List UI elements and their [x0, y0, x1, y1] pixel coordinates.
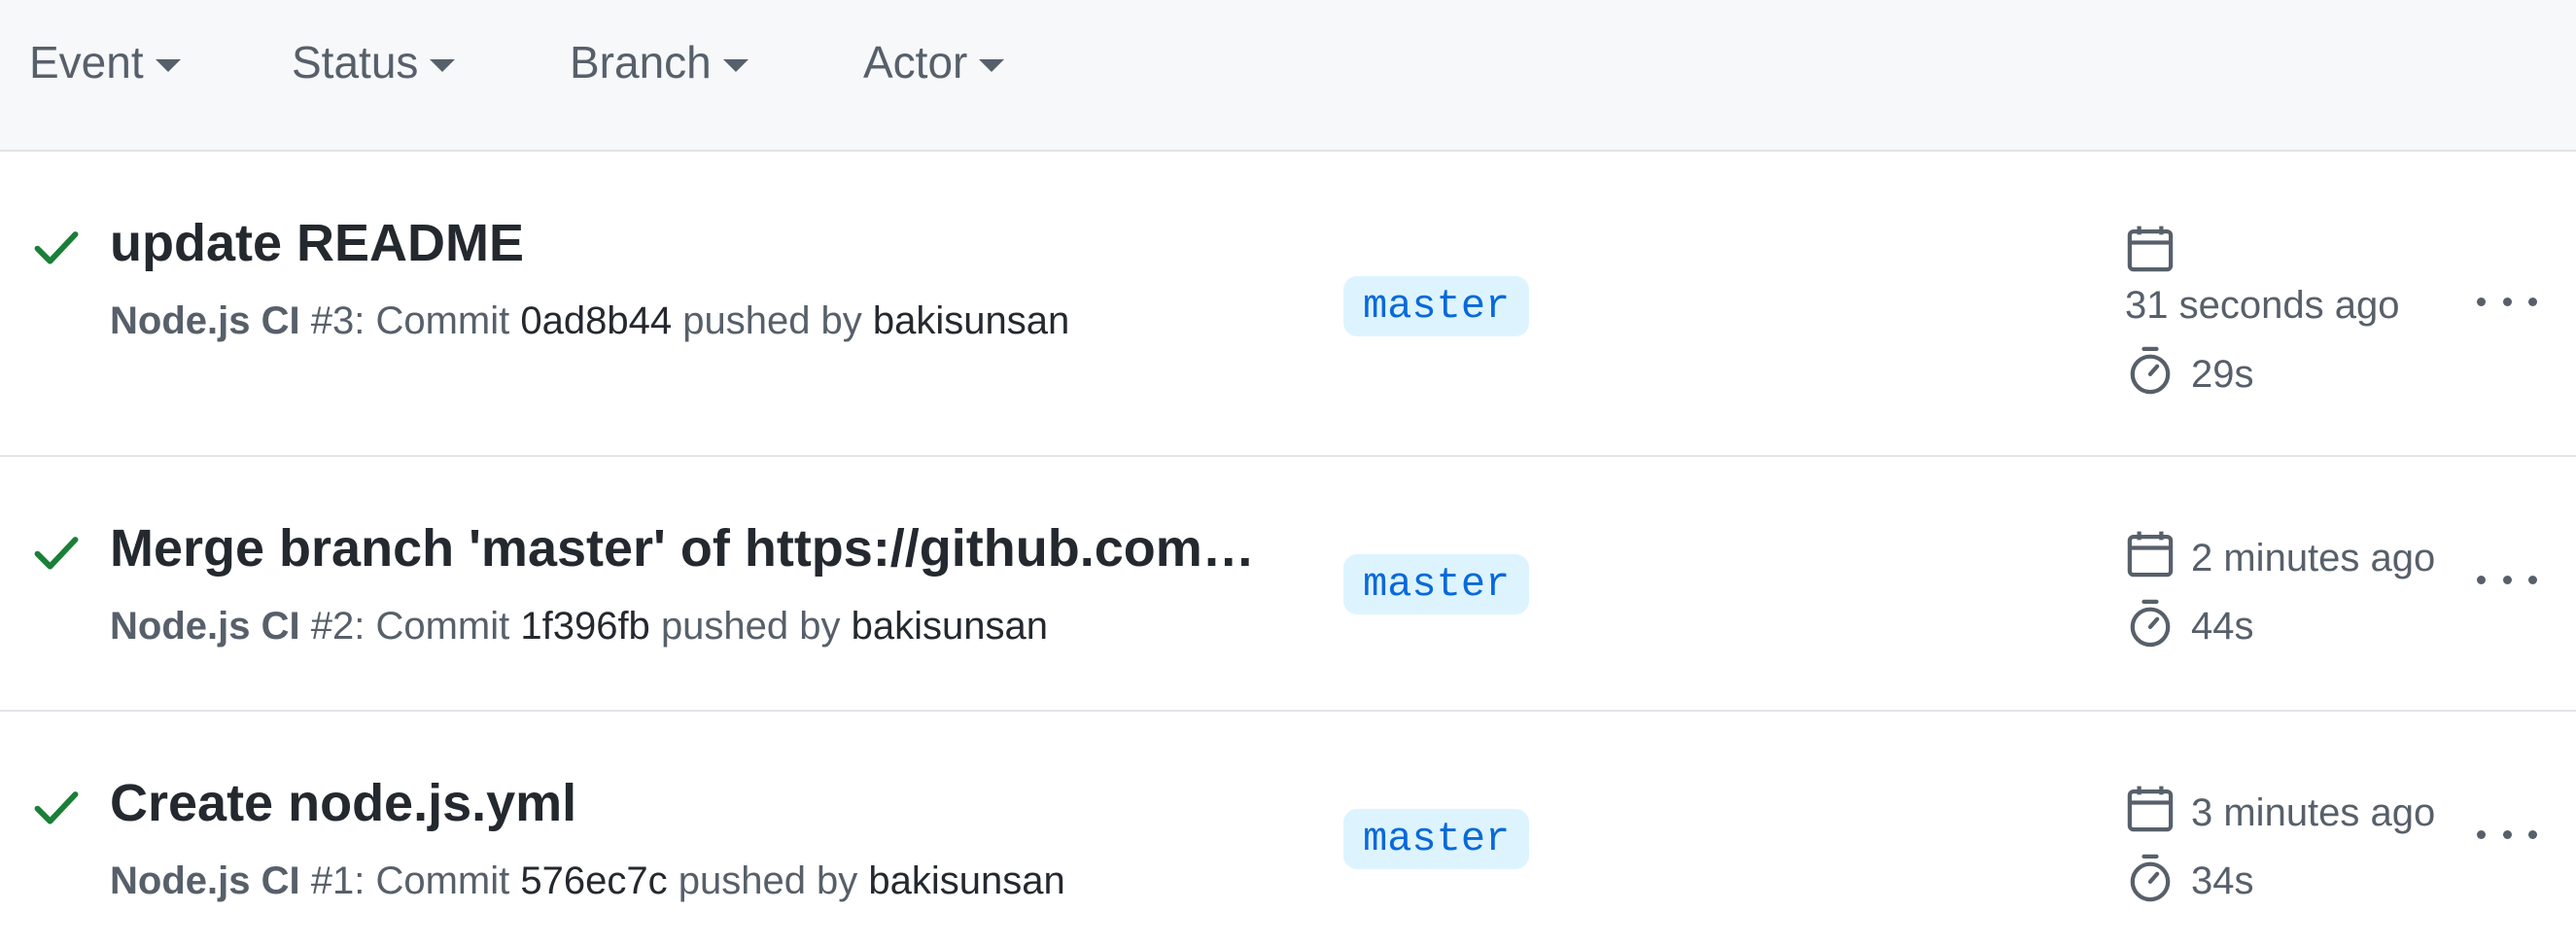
- workflow-run-row[interactable]: update README Node.js CI #3: Commit 0ad8…: [0, 152, 2576, 457]
- status-filter-dropdown[interactable]: Status: [292, 0, 456, 124]
- event-filter-dropdown[interactable]: Event: [29, 0, 181, 124]
- branch-badge[interactable]: master: [1343, 809, 1530, 869]
- check-icon: [34, 537, 79, 570]
- caret-down-icon: [979, 58, 1005, 72]
- caret-down-icon: [430, 58, 456, 72]
- check-icon: [34, 231, 79, 264]
- stopwatch-icon: [2130, 854, 2171, 902]
- filter-bar: Event Status Branch Actor: [0, 0, 2576, 152]
- check-icon: [34, 791, 79, 824]
- run-time-ago: 3 minutes ago: [2191, 791, 2436, 834]
- commit-label: : Commit: [354, 605, 510, 648]
- pushed-by-label: pushed by: [682, 299, 862, 342]
- workflow-run-row[interactable]: Merge branch 'master' of https://github.…: [0, 457, 2576, 712]
- kebab-horizontal-icon: [2477, 575, 2486, 584]
- caret-down-icon: [722, 58, 748, 72]
- more-options-button[interactable]: [2477, 824, 2537, 844]
- kebab-horizontal-icon: [2477, 829, 2486, 839]
- commit-sha-link[interactable]: 1f396fb: [520, 605, 649, 648]
- kebab-horizontal-icon: [2477, 297, 2486, 306]
- calendar-icon: [2127, 226, 2174, 272]
- commit-label: : Commit: [354, 859, 510, 902]
- workflow-run-row[interactable]: Create node.js.yml Node.js CI #1: Commit…: [0, 712, 2576, 947]
- workflow-name: Node.js CI: [110, 859, 300, 902]
- run-title-link[interactable]: Merge branch 'master' of https://github.…: [110, 517, 1267, 579]
- run-title-link[interactable]: update README: [110, 212, 1267, 274]
- actor-filter-label: Actor: [863, 37, 968, 88]
- commit-sha-link[interactable]: 0ad8b44: [520, 299, 672, 342]
- run-title-link[interactable]: Create node.js.yml: [110, 772, 1267, 834]
- run-meta: Node.js CI #3: Commit 0ad8b44 pushed by …: [110, 298, 1069, 344]
- actor-link[interactable]: bakisunsan: [852, 605, 1048, 648]
- branch-filter-dropdown[interactable]: Branch: [570, 0, 748, 124]
- branch-badge[interactable]: master: [1343, 276, 1530, 336]
- caret-down-icon: [155, 58, 181, 72]
- actor-link[interactable]: bakisunsan: [868, 859, 1064, 902]
- workflow-name: Node.js CI: [110, 605, 300, 648]
- run-number: #2: [310, 605, 355, 648]
- run-duration: 44s: [2191, 605, 2254, 648]
- more-options-button[interactable]: [2477, 292, 2537, 311]
- stopwatch-icon: [2130, 346, 2171, 395]
- event-filter-label: Event: [29, 37, 144, 88]
- stopwatch-icon: [2130, 599, 2171, 648]
- calendar-icon: [2127, 531, 2174, 578]
- run-time-ago: 31 seconds ago: [2125, 284, 2400, 327]
- actor-link[interactable]: bakisunsan: [873, 299, 1069, 342]
- run-number: #3: [310, 299, 355, 342]
- branch-badge[interactable]: master: [1343, 554, 1530, 614]
- run-time-ago: 2 minutes ago: [2191, 537, 2436, 579]
- commit-label: : Commit: [354, 299, 510, 342]
- pushed-by-label: pushed by: [678, 859, 858, 902]
- workflow-name: Node.js CI: [110, 299, 300, 342]
- branch-filter-label: Branch: [570, 37, 712, 88]
- run-meta: Node.js CI #1: Commit 576ec7c pushed by …: [110, 858, 1065, 904]
- run-number: #1: [310, 859, 355, 902]
- run-duration: 29s: [2191, 353, 2254, 396]
- status-filter-label: Status: [292, 37, 419, 88]
- more-options-button[interactable]: [2477, 570, 2537, 589]
- commit-sha-link[interactable]: 576ec7c: [520, 859, 667, 902]
- calendar-icon: [2127, 786, 2174, 832]
- run-duration: 34s: [2191, 859, 2254, 902]
- run-meta: Node.js CI #2: Commit 1f396fb pushed by …: [110, 603, 1048, 649]
- actor-filter-dropdown[interactable]: Actor: [863, 0, 1005, 124]
- pushed-by-label: pushed by: [660, 605, 841, 648]
